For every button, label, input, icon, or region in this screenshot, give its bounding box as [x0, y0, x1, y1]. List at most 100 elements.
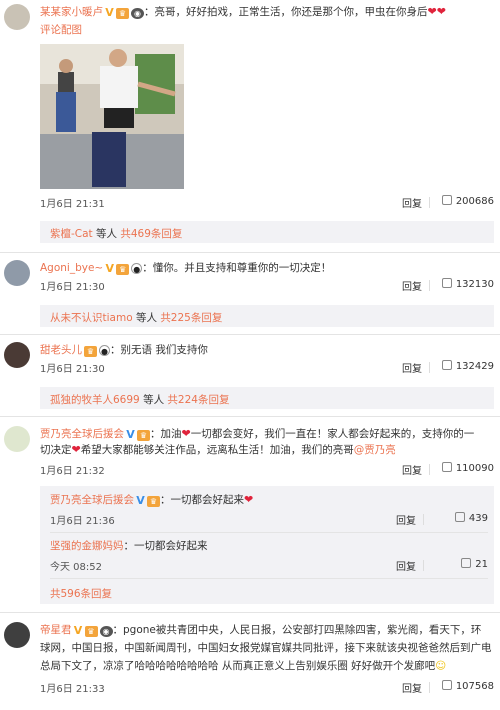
reply-user[interactable]: 从未不认识tiamo [50, 312, 133, 324]
username[interactable]: Agoni_bye~ [40, 262, 103, 274]
username[interactable]: 坚强的金娜妈妈 [50, 540, 124, 552]
heart-icon: ❤ [436, 5, 446, 18]
level-badge-icon: ♛ [137, 430, 150, 441]
timestamp: 1月6日 21:30 [40, 364, 105, 375]
reply-count[interactable]: 共225条回复 [160, 312, 222, 324]
replies-box[interactable]: 孤独的牧羊人6699 等人 共224条回复 [40, 387, 494, 409]
like-button[interactable]: 107568 [430, 680, 494, 692]
more-replies: 从未不认识tiamo 等人 共225条回复 [50, 310, 222, 325]
comment-photo[interactable] [40, 44, 184, 189]
reply-button[interactable]: 回复 [402, 462, 422, 477]
like-button[interactable]: 439 [424, 512, 488, 524]
replies-box[interactable]: 从未不认识tiamo 等人 共225条回复 [40, 305, 494, 327]
like-button[interactable]: 132130 [430, 278, 494, 290]
username[interactable]: 帝星君 [40, 624, 72, 636]
like-count: 439 [468, 513, 488, 524]
timestamp: 1月6日 21:30 [40, 282, 105, 293]
vip-v-icon: V [73, 624, 83, 637]
like-count: 21 [475, 559, 488, 570]
username[interactable]: 贾乃亮全球后援会 [50, 494, 134, 506]
vip-v-icon: V [126, 428, 135, 441]
comment-text: 切决定 [40, 444, 72, 456]
avatar[interactable] [4, 342, 30, 368]
level-badge-icon: ♛ [147, 496, 160, 507]
avatar[interactable] [4, 260, 30, 286]
timestamp: 1月6日 21:36 [50, 516, 115, 527]
thumbs-up-icon [441, 278, 452, 288]
thumbs-up-icon [441, 360, 452, 370]
reply-count[interactable]: 共469条回复 [120, 228, 182, 240]
avatar[interactable] [4, 4, 30, 30]
comment-image-link[interactable]: 评论配图 [40, 24, 82, 36]
sub-reply-1: 贾乃亮全球后援会 V ♛ ：一切都会好起来❤ [50, 492, 488, 507]
more-replies-text: 等人 [135, 312, 157, 324]
heart-icon: ❤ [71, 443, 81, 456]
panda-icon: ● [99, 345, 110, 356]
vip-v-icon: V [105, 262, 114, 275]
reply-button[interactable]: 回复 [402, 360, 422, 375]
photo-graphic [40, 44, 184, 189]
sub-reply-text: ：一切都会好起来 [160, 494, 244, 506]
comment-text: 一切都会变好，我们一直在！家人都会好起来的，支持你的一 [190, 428, 475, 440]
comment-text: ：亮哥，好好拍戏，正常生活，你还是那个你，甲虫在你身后 [144, 6, 428, 18]
timestamp: 1月6日 21:32 [40, 466, 105, 477]
more-replies-text: 等人 [96, 228, 118, 240]
reply-user[interactable]: 紫檀-Cat [50, 228, 93, 240]
gray-badge-icon: ◉ [131, 8, 144, 19]
like-button[interactable]: 132429 [430, 360, 494, 372]
like-button[interactable]: 21 [424, 558, 488, 570]
comment-text: 球网，中国日报，中国新闻周刊，中国妇女报党媒官媒共同批评，接下来就该央视爸爸然后… [40, 642, 492, 654]
avatar[interactable] [4, 426, 30, 452]
reply-count[interactable]: 共224条回复 [167, 394, 229, 406]
more-replies-text: 等人 [143, 394, 165, 406]
reply-user[interactable]: 孤独的牧羊人6699 [50, 394, 140, 406]
heart-icon: ❤ [427, 5, 437, 18]
level-badge-icon: ♛ [84, 346, 97, 357]
more-replies: 孤独的牧羊人6699 等人 共224条回复 [50, 392, 229, 407]
divider [50, 532, 488, 533]
thumbs-up-icon [441, 195, 452, 205]
like-button[interactable]: 110090 [430, 462, 494, 474]
reply-button[interactable]: 回复 [402, 195, 422, 210]
thumbs-up-icon [441, 462, 452, 472]
sub-reply-2: 坚强的金娜妈妈：一切都会好起来 [50, 538, 488, 553]
level-badge-icon: ♛ [84, 626, 98, 637]
divider [0, 612, 500, 613]
username[interactable]: 贾乃亮全球后援会 [40, 428, 124, 440]
smile-emoji-icon: ☺ [435, 660, 447, 672]
more-replies: 紫檀-Cat 等人 共469条回复 [50, 226, 182, 241]
like-count: 132130 [455, 279, 494, 290]
reply-button[interactable]: 回复 [396, 512, 416, 527]
level-badge-icon: ♛ [116, 8, 129, 19]
panda-icon: ● [131, 263, 143, 274]
mention-link[interactable]: @贾乃亮 [354, 444, 396, 456]
comment-text: 总局下文了，凉凉了哈哈哈哈哈哈哈哈 从而真正意义上告别娱乐圈 好好做开个发廊吧 [40, 660, 436, 672]
vip-v-icon: V [105, 6, 114, 19]
thumbs-up-icon [461, 558, 472, 568]
reply-count[interactable]: 共596条回复 [50, 588, 112, 600]
thumbs-up-icon [454, 512, 465, 522]
reply-button[interactable]: 回复 [396, 558, 416, 573]
sub-reply-text: ：一切都会好起来 [123, 540, 208, 552]
username[interactable]: 某某家小暖卢 [40, 6, 103, 18]
gray-badge-icon: ◉ [99, 626, 113, 637]
like-button[interactable]: 200686 [430, 195, 494, 207]
reply-button[interactable]: 回复 [402, 278, 422, 293]
vip-v-icon: V [136, 494, 145, 507]
more-replies: 共596条回复 [50, 586, 112, 601]
comment-text: ：pgone被共青团中央，人民日报，公安部打四黑除四害，紫光阁，看天下，环 [112, 624, 482, 636]
divider [0, 416, 500, 417]
avatar[interactable] [4, 622, 30, 648]
timestamp: 1月6日 21:31 [40, 199, 105, 210]
reply-button[interactable]: 回复 [402, 680, 422, 695]
username[interactable]: 甜老头儿 [40, 344, 82, 356]
replies-box[interactable]: 紫檀-Cat 等人 共469条回复 [40, 221, 494, 243]
like-count: 132429 [455, 361, 494, 372]
like-count: 200686 [455, 196, 494, 207]
comment-text: ：别无语 我们支持你 [110, 344, 208, 356]
like-count: 107568 [455, 681, 494, 692]
divider [0, 252, 500, 253]
comment-text: 希望大家都能够关注作品，远离私生活！加油，我们的亮哥 [80, 444, 354, 456]
timestamp: 今天 08:52 [50, 562, 102, 573]
heart-icon: ❤ [181, 427, 191, 440]
